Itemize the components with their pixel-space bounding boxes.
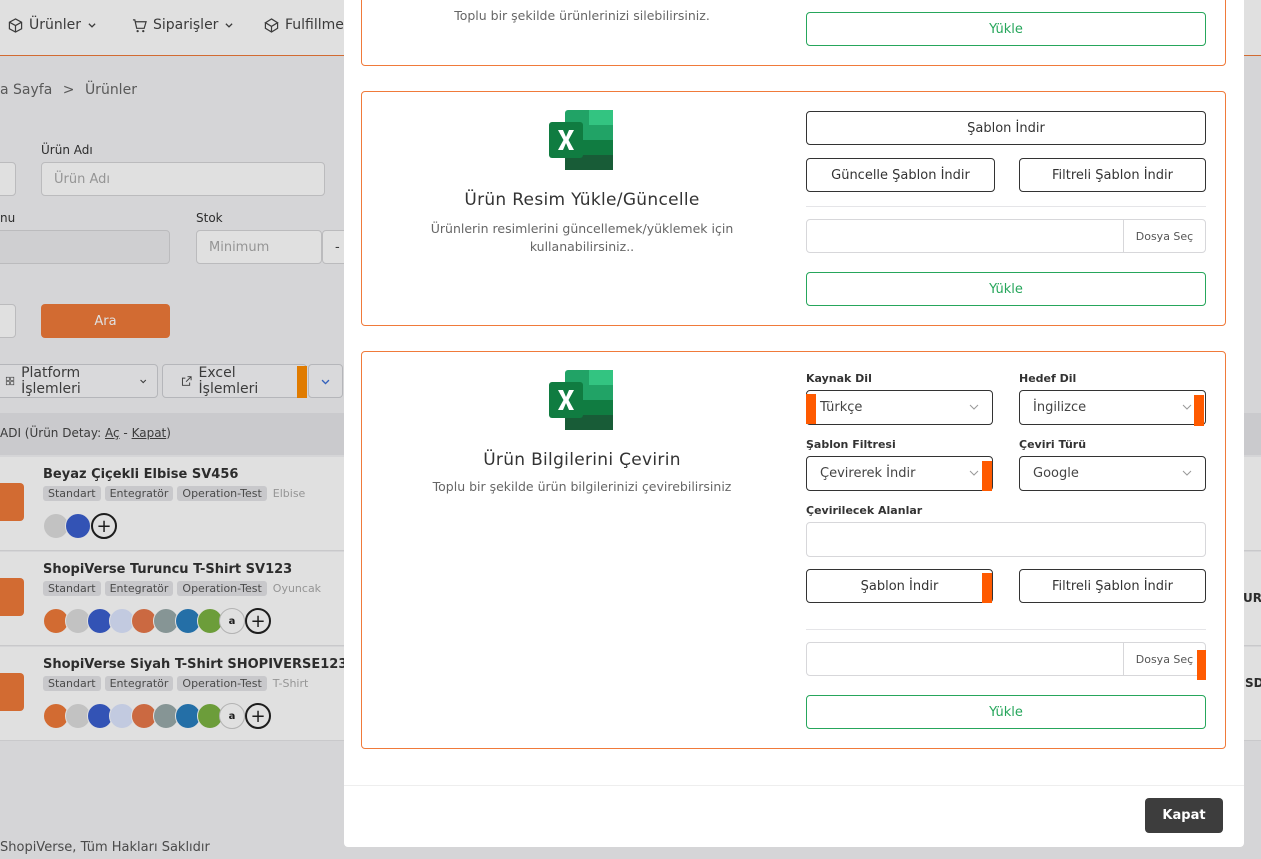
highlight-marker [1194,395,1204,426]
bulk-delete-card: Toplu bir şekilde ürünlerinizi silebilir… [361,0,1226,66]
image-upload-title: Ürün Resim Yükle/Güncelle [464,190,700,210]
fields-to-translate-label: Çevirilecek Alanlar [806,504,923,517]
source-language-select[interactable]: Türkçe [806,390,993,425]
file-input[interactable]: Dosya Seç [806,219,1206,253]
translation-type-value: Google [1033,466,1079,481]
translate-upload-button[interactable]: Yükle [806,695,1206,729]
choose-file-button[interactable]: Dosya Seç [1123,220,1205,252]
fields-to-translate-input[interactable] [806,522,1206,557]
template-filter-value: Çevirerek İndir [820,466,916,481]
source-language-label: Kaynak Dil [806,372,872,385]
excel-icon [549,370,613,430]
image-upload-desc: Ürünlerin resimlerini güncellemek/yüklem… [430,221,734,254]
source-language-value: Türkçe [820,400,863,415]
chevron-down-icon [1182,470,1192,476]
highlight-marker [806,394,816,424]
download-filtered-template-button[interactable]: Filtreli Şablon İndir [1019,569,1206,603]
target-language-select[interactable]: İngilizce [1019,390,1206,425]
download-template-button[interactable]: Şablon İndir [806,569,993,603]
bulk-delete-desc: Toplu bir şekilde ürünlerinizi silebilir… [454,8,710,23]
translation-type-select[interactable]: Google [1019,456,1206,491]
chevron-down-icon [1182,404,1192,410]
image-upload-info: Ürün Resim Yükle/Güncelle Ürünlerin resi… [362,190,802,256]
choose-file-button[interactable]: Dosya Seç [1123,643,1205,675]
template-filter-select[interactable]: Çevirerek İndir [806,456,993,491]
excel-icon [549,110,613,170]
chevron-down-icon [969,470,979,476]
image-upload-button[interactable]: Yükle [806,272,1206,306]
bulk-delete-upload-button[interactable]: Yükle [806,12,1206,46]
close-modal-button[interactable]: Kapat [1145,798,1223,833]
file-input[interactable]: Dosya Seç [806,642,1206,676]
highlight-marker [1197,650,1206,680]
divider [806,629,1206,630]
target-language-value: İngilizce [1033,400,1087,415]
highlight-marker [982,461,992,491]
image-upload-card: Ürün Resim Yükle/Güncelle Ürünlerin resi… [361,91,1226,326]
translate-card: Ürün Bilgilerini Çevirin Toplu bir şekil… [361,351,1226,749]
download-update-template-button[interactable]: Güncelle Şablon İndir [806,158,995,192]
download-template-button[interactable]: Şablon İndir [806,111,1206,145]
download-filtered-template-button[interactable]: Filtreli Şablon İndir [1019,158,1206,192]
translate-title: Ürün Bilgilerini Çevirin [483,450,681,470]
highlight-marker [982,573,992,603]
excel-operations-modal: Toplu bir şekilde ürünlerinizi silebilir… [344,0,1244,847]
target-language-label: Hedef Dil [1019,372,1077,385]
translation-type-label: Çeviri Türü [1019,438,1087,451]
divider [806,206,1206,207]
translate-desc: Toplu bir şekilde ürün bilgilerinizi çev… [432,479,732,494]
modal-footer-divider [344,785,1244,786]
chevron-down-icon [969,404,979,410]
template-filter-label: Şablon Filtresi [806,438,896,451]
translate-info: Ürün Bilgilerini Çevirin Toplu bir şekil… [362,450,802,496]
bulk-delete-info: Toplu bir şekilde ürünlerinizi silebilir… [362,7,802,25]
